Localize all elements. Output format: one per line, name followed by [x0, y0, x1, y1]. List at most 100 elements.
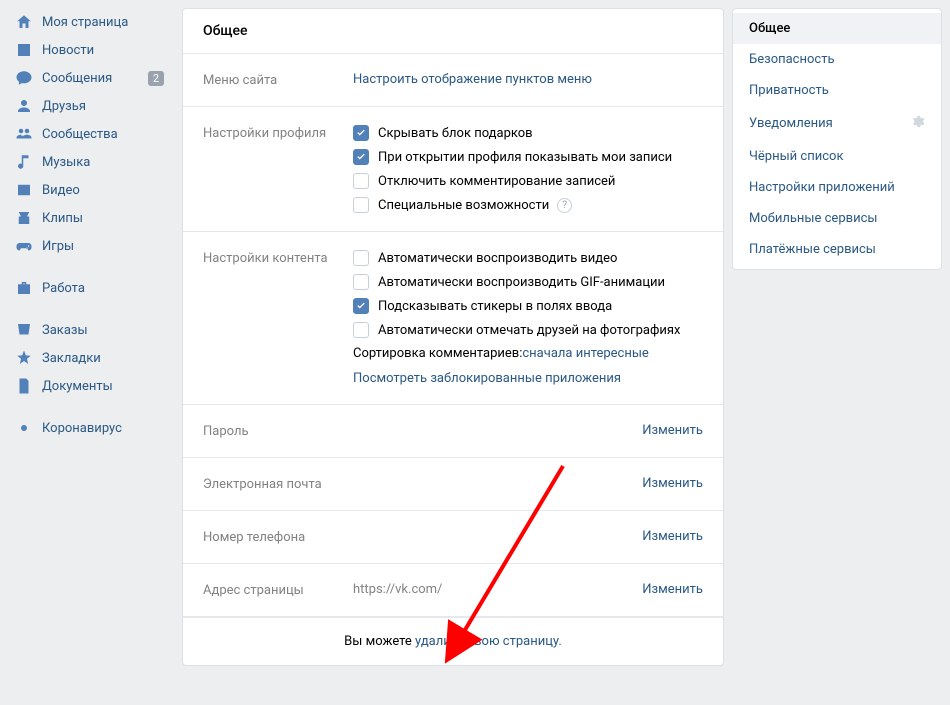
checkbox-disable-comments[interactable]	[353, 173, 369, 189]
sort-link[interactable]: сначала интересные	[522, 346, 648, 361]
rnav-label: Общее	[749, 21, 790, 36]
section-content-settings: Настройки контента Автоматически воспрои…	[183, 232, 723, 405]
checkbox-label: При открытии профиля показывать мои запи…	[378, 150, 672, 165]
rnav-label: Приватность	[749, 83, 829, 98]
rnav-app-settings[interactable]: Настройки приложений	[733, 172, 941, 203]
change-email-link[interactable]: Изменить	[642, 476, 703, 492]
checkbox-autoplay-video[interactable]	[353, 250, 369, 266]
section-site-menu: Меню сайта Настроить отображение пунктов…	[183, 54, 723, 107]
rnav-mobile[interactable]: Мобильные сервисы	[733, 203, 941, 234]
section-email: Электронная почта Изменить	[183, 458, 723, 511]
nav-video[interactable]: Видео	[8, 176, 170, 204]
covid-icon	[14, 418, 34, 438]
work-icon	[14, 278, 34, 298]
nav-friends[interactable]: Друзья	[8, 92, 170, 120]
section-label: Пароль	[203, 423, 353, 439]
blocked-apps-link[interactable]: Посмотреть заблокированные приложения	[353, 371, 621, 386]
docs-icon	[14, 376, 34, 396]
section-label: Адрес страницы	[203, 582, 353, 598]
settings-card: Общее Меню сайта Настроить отображение п…	[182, 8, 724, 666]
checkbox-sticker-suggest[interactable]	[353, 298, 369, 314]
settings-nav: Общее Безопасность Приватность Уведомлен…	[732, 8, 942, 270]
nav-covid[interactable]: Коронавирус	[8, 414, 170, 442]
nav-label: Друзья	[42, 99, 164, 114]
checkbox-tag-friends[interactable]	[353, 322, 369, 338]
rnav-general[interactable]: Общее	[733, 13, 941, 44]
section-label: Номер телефона	[203, 529, 353, 545]
nav-label: Работа	[42, 281, 164, 296]
nav-messages[interactable]: Сообщения 2	[8, 64, 170, 92]
nav-label: Заказы	[42, 323, 164, 338]
section-address: Адрес страницы https://vk.com/Изменить	[183, 564, 723, 617]
nav-label: Закладки	[42, 351, 164, 366]
nav-label: Игры	[42, 239, 164, 254]
rnav-label: Платёжные сервисы	[749, 242, 876, 257]
bookmarks-icon	[14, 348, 34, 368]
nav-games[interactable]: Игры	[8, 232, 170, 260]
badge-unread: 2	[148, 71, 164, 86]
nav-label: Новости	[42, 43, 164, 58]
rnav-label: Настройки приложений	[749, 180, 895, 195]
checkbox-autoplay-gif[interactable]	[353, 274, 369, 290]
section-label: Настройки профиля	[203, 125, 353, 213]
left-sidebar: Моя страница Новости Сообщения 2 Друзья С…	[0, 8, 170, 666]
checkbox-label: Автоматически воспроизводить видео	[378, 251, 617, 266]
address-value: https://vk.com/	[353, 582, 442, 598]
rnav-label: Чёрный список	[749, 149, 843, 164]
sort-label: Сортировка комментариев:	[353, 346, 522, 361]
rnav-security[interactable]: Безопасность	[733, 44, 941, 75]
news-icon	[14, 40, 34, 60]
checkbox-label: Отключить комментирование записей	[378, 174, 615, 189]
nav-label: Сообщества	[42, 127, 164, 142]
rnav-privacy[interactable]: Приватность	[733, 75, 941, 106]
delete-page-link[interactable]: удалить свою страницу.	[415, 634, 562, 649]
clips-icon	[14, 208, 34, 228]
nav-label: Моя страница	[42, 15, 164, 30]
rnav-payments[interactable]: Платёжные сервисы	[733, 234, 941, 265]
nav-news[interactable]: Новости	[8, 36, 170, 64]
change-address-link[interactable]: Изменить	[642, 582, 703, 598]
music-icon	[14, 152, 34, 172]
change-password-link[interactable]: Изменить	[642, 423, 703, 439]
rnav-label: Уведомления	[749, 116, 833, 131]
section-label: Электронная почта	[203, 476, 353, 492]
section-phone: Номер телефона Изменить	[183, 511, 723, 564]
configure-menu-link[interactable]: Настроить отображение пунктов меню	[353, 72, 592, 87]
footer-delete: Вы можете удалить свою страницу.	[183, 617, 723, 665]
help-icon[interactable]: ?	[557, 198, 572, 213]
video-icon	[14, 180, 34, 200]
checkbox-show-my-posts[interactable]	[353, 149, 369, 165]
rnav-label: Мобильные сервисы	[749, 211, 877, 226]
checkbox-label: Автоматически отмечать друзей на фотогра…	[378, 323, 680, 338]
nav-label: Сообщения	[42, 71, 144, 86]
main-column: Общее Меню сайта Настроить отображение п…	[170, 8, 732, 666]
community-icon	[14, 124, 34, 144]
gear-icon[interactable]	[910, 114, 925, 133]
nav-docs[interactable]: Документы	[8, 372, 170, 400]
nav-my-page[interactable]: Моя страница	[8, 8, 170, 36]
orders-icon	[14, 320, 34, 340]
checkbox-label: Автоматически воспроизводить GIF-анимаци…	[378, 275, 665, 290]
rnav-blacklist[interactable]: Чёрный список	[733, 141, 941, 172]
nav-label: Видео	[42, 183, 164, 198]
section-password: Пароль Изменить	[183, 405, 723, 458]
nav-orders[interactable]: Заказы	[8, 316, 170, 344]
checkbox-label: Подсказывать стикеры в полях ввода	[378, 299, 612, 314]
rnav-label: Безопасность	[749, 52, 835, 67]
nav-work[interactable]: Работа	[8, 274, 170, 302]
checkbox-accessibility[interactable]	[353, 197, 369, 213]
checkbox-hide-gifts[interactable]	[353, 125, 369, 141]
change-phone-link[interactable]: Изменить	[642, 529, 703, 545]
games-icon	[14, 236, 34, 256]
nav-music[interactable]: Музыка	[8, 148, 170, 176]
section-profile-settings: Настройки профиля Скрывать блок подарков…	[183, 107, 723, 232]
nav-communities[interactable]: Сообщества	[8, 120, 170, 148]
right-sidebar: Общее Безопасность Приватность Уведомлен…	[732, 8, 950, 666]
rnav-notifications[interactable]: Уведомления	[733, 106, 941, 141]
nav-label: Коронавирус	[42, 421, 164, 436]
nav-clips[interactable]: Клипы	[8, 204, 170, 232]
nav-bookmarks[interactable]: Закладки	[8, 344, 170, 372]
section-label: Меню сайта	[203, 72, 353, 88]
checkbox-label: Скрывать блок подарков	[378, 126, 533, 141]
footer-text: Вы можете	[344, 634, 415, 649]
